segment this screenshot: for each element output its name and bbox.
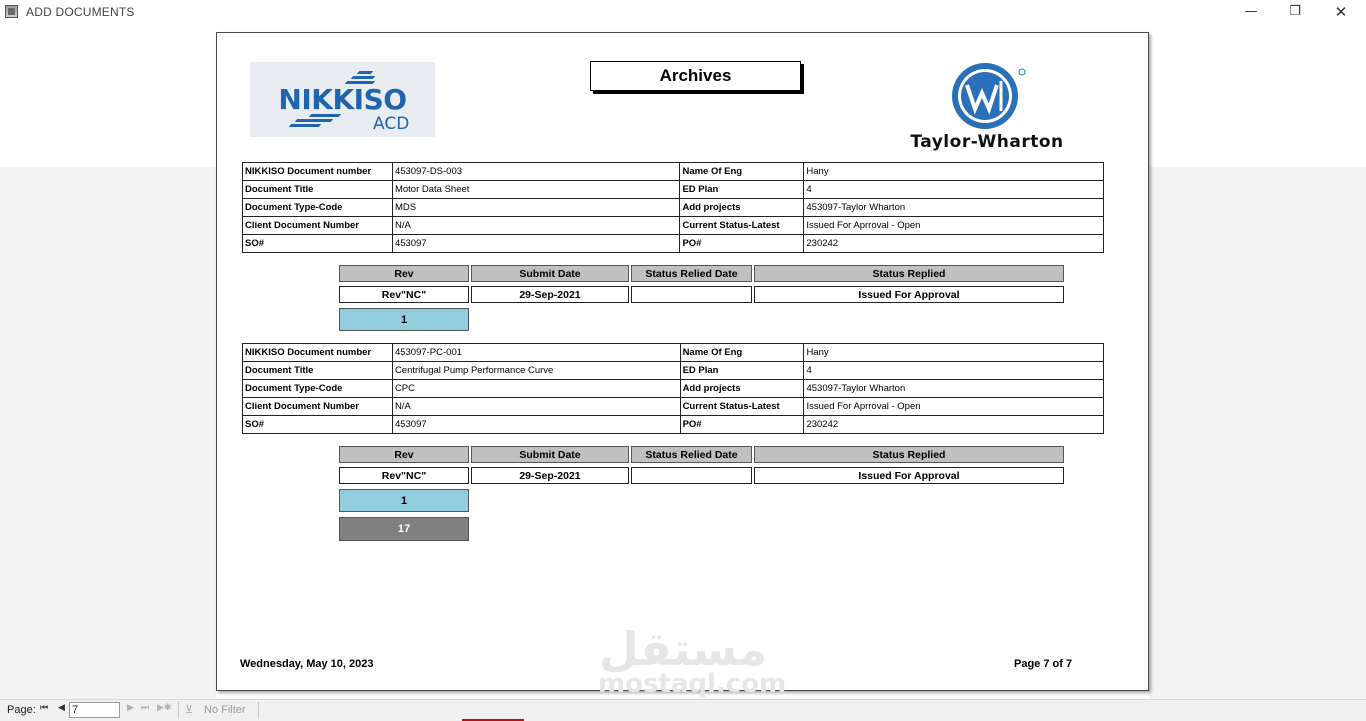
status-relied-date-value bbox=[631, 467, 752, 484]
eng-value: Hany bbox=[803, 162, 1104, 181]
divider bbox=[178, 702, 179, 719]
nikkiso-logo-text: NIKKISO bbox=[278, 83, 407, 116]
first-page-icon[interactable]: ⏮ bbox=[40, 703, 48, 713]
submit-date-header: Submit Date bbox=[471, 265, 629, 282]
so-value: 453097 bbox=[391, 234, 681, 253]
status-label: Current Status-Latest bbox=[679, 216, 805, 235]
record-navigation-bar: Page: ⏮ ◀ 7 ▶ ⏭ ▶✱ ⊻ No Filter bbox=[0, 699, 1366, 721]
doc-number-label: NIKKISO Document number bbox=[242, 343, 393, 362]
status-replied-header: Status Replied bbox=[754, 265, 1064, 282]
submit-date-header: Submit Date bbox=[471, 446, 629, 463]
projects-label: Add projects bbox=[679, 379, 805, 398]
submit-date-value: 29-Sep-2021 bbox=[471, 286, 629, 303]
doc-title-label: Document Title bbox=[242, 180, 393, 199]
watermark-latin: mostaql.com bbox=[598, 669, 787, 699]
eng-label: Name Of Eng bbox=[679, 343, 805, 362]
doc-type-label: Document Type-Code bbox=[242, 198, 393, 217]
doc-type-value: CPC bbox=[391, 379, 681, 398]
status-relied-date-header: Status Relied Date bbox=[631, 446, 752, 463]
po-label: PO# bbox=[679, 415, 805, 434]
previous-page-icon[interactable]: ◀ bbox=[58, 703, 65, 713]
status-relied-date-header: Status Relied Date bbox=[631, 265, 752, 282]
status-value: Issued For Aprroval - Open bbox=[803, 216, 1104, 235]
new-record-icon[interactable]: ▶✱ bbox=[157, 703, 171, 713]
filter-icon[interactable]: ⊻ bbox=[185, 703, 193, 716]
so-label: SO# bbox=[242, 234, 393, 253]
next-page-icon[interactable]: ▶ bbox=[127, 703, 134, 713]
eng-value: Hany bbox=[803, 343, 1104, 362]
client-doc-value: N/A bbox=[391, 397, 681, 416]
app-icon bbox=[5, 5, 18, 18]
report-page: NIKKISO ACD Archives Taylor-Wharton NIKK… bbox=[216, 32, 1149, 691]
left-margin-area bbox=[0, 167, 216, 700]
status-replied-value: Issued For Approval bbox=[754, 286, 1064, 303]
restore-button[interactable]: ❐ bbox=[1272, 0, 1318, 24]
watermark: مستقل mostaql.com bbox=[598, 622, 787, 699]
status-replied-header: Status Replied bbox=[754, 446, 1064, 463]
revision-count: 1 bbox=[339, 489, 469, 512]
status-label: Current Status-Latest bbox=[679, 397, 805, 416]
status-value: Issued For Aprroval - Open bbox=[803, 397, 1104, 416]
doc-title-value: Motor Data Sheet bbox=[391, 180, 681, 199]
doc-type-label: Document Type-Code bbox=[242, 379, 393, 398]
document-info-table: NIKKISO Document number 453097-DS-003 Na… bbox=[242, 162, 1104, 253]
logo-stripe bbox=[356, 71, 374, 74]
doc-number-value: 453097-PC-001 bbox=[391, 343, 681, 362]
client-doc-value: N/A bbox=[391, 216, 681, 235]
eng-label: Name Of Eng bbox=[679, 162, 805, 181]
projects-label: Add projects bbox=[679, 198, 805, 217]
page-indicator: Page 7 of 7 bbox=[1014, 658, 1073, 670]
doc-number-value: 453097-DS-003 bbox=[391, 162, 681, 181]
taylor-wharton-logo: Taylor-Wharton bbox=[889, 61, 1085, 155]
logo-stripe bbox=[288, 124, 322, 127]
page-number-input[interactable]: 7 bbox=[69, 702, 120, 718]
no-filter-button[interactable]: No Filter bbox=[204, 704, 246, 716]
doc-title-label: Document Title bbox=[242, 361, 393, 380]
po-value: 230242 bbox=[803, 234, 1104, 253]
ed-plan-label: ED Plan bbox=[679, 180, 805, 199]
watermark-arabic: مستقل bbox=[598, 622, 768, 676]
so-value: 453097 bbox=[391, 415, 681, 434]
report-date: Wednesday, May 10, 2023 bbox=[240, 658, 374, 670]
rev-value: Rev"NC" bbox=[339, 467, 469, 484]
rev-header: Rev bbox=[339, 265, 469, 282]
logo-stripe bbox=[350, 76, 376, 79]
rev-value: Rev"NC" bbox=[339, 286, 469, 303]
last-page-icon[interactable]: ⏭ bbox=[141, 703, 149, 713]
nikkiso-logo-sub: ACD bbox=[373, 114, 410, 134]
title-bar: ADD DOCUMENTS — ❐ ✕ bbox=[0, 0, 1366, 24]
doc-type-value: MDS bbox=[391, 198, 681, 217]
doc-title-value: Centrifugal Pump Performance Curve bbox=[391, 361, 681, 380]
submit-date-value: 29-Sep-2021 bbox=[471, 467, 629, 484]
logo-stripe bbox=[294, 119, 334, 122]
right-margin-area bbox=[1149, 167, 1366, 700]
nikkiso-logo: NIKKISO ACD bbox=[250, 62, 435, 137]
rev-header: Rev bbox=[339, 446, 469, 463]
close-button[interactable]: ✕ bbox=[1318, 0, 1364, 24]
projects-value: 453097-Taylor Wharton bbox=[803, 379, 1104, 398]
status-relied-date-value bbox=[631, 286, 752, 303]
divider bbox=[258, 702, 259, 719]
page-label: Page: bbox=[7, 704, 36, 716]
document-info-table: NIKKISO Document number 453097-PC-001 Na… bbox=[242, 343, 1104, 434]
ed-plan-value: 4 bbox=[803, 361, 1104, 380]
po-value: 230242 bbox=[803, 415, 1104, 434]
taylor-wharton-logo-text: Taylor-Wharton bbox=[910, 132, 1064, 152]
report-title: Archives bbox=[590, 61, 801, 91]
status-replied-value: Issued For Approval bbox=[754, 467, 1064, 484]
doc-number-label: NIKKISO Document number bbox=[242, 162, 393, 181]
projects-value: 453097-Taylor Wharton bbox=[803, 198, 1104, 217]
po-label: PO# bbox=[679, 234, 805, 253]
ed-plan-value: 4 bbox=[803, 180, 1104, 199]
revision-count: 1 bbox=[339, 308, 469, 331]
minimize-button[interactable]: — bbox=[1228, 0, 1274, 24]
ed-plan-label: ED Plan bbox=[679, 361, 805, 380]
tw-emblem-icon bbox=[952, 63, 1026, 129]
total-count: 17 bbox=[339, 517, 469, 541]
window-title: ADD DOCUMENTS bbox=[26, 5, 135, 19]
client-doc-label: Client Document Number bbox=[242, 216, 393, 235]
so-label: SO# bbox=[242, 415, 393, 434]
client-doc-label: Client Document Number bbox=[242, 397, 393, 416]
